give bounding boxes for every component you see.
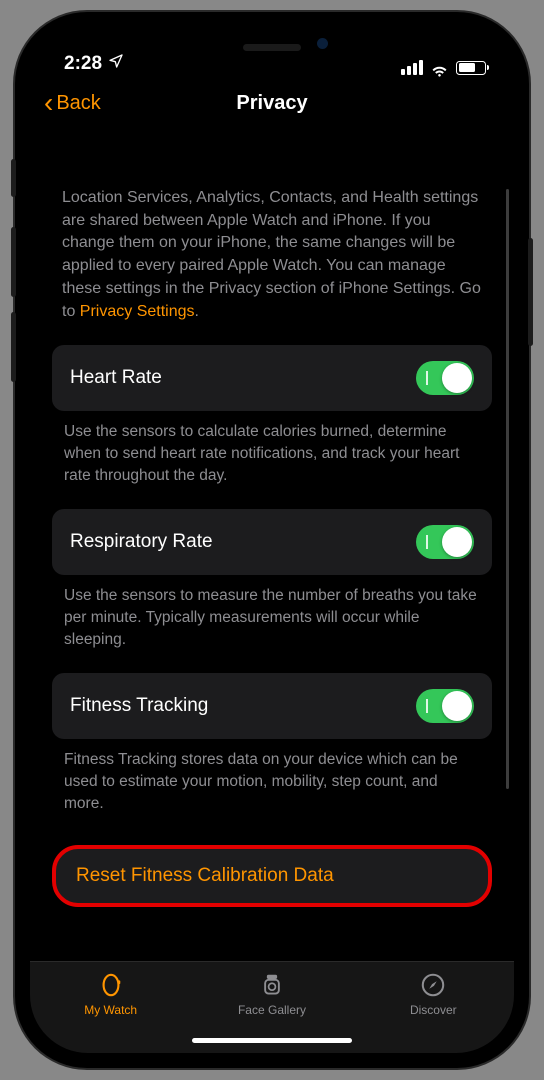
watch-icon bbox=[97, 972, 125, 998]
back-label: Back bbox=[56, 92, 100, 115]
heart-rate-label: Heart Rate bbox=[70, 367, 162, 389]
privacy-settings-link[interactable]: Privacy Settings bbox=[80, 303, 195, 320]
content-scroll[interactable]: Location Services, Analytics, Contacts, … bbox=[30, 129, 514, 961]
wifi-icon bbox=[430, 61, 449, 75]
fitness-tracking-description: Fitness Tracking stores data on your dev… bbox=[52, 739, 492, 837]
heart-rate-toggle[interactable] bbox=[416, 361, 474, 395]
respiratory-rate-toggle[interactable] bbox=[416, 525, 474, 559]
tab-my-watch-label: My Watch bbox=[84, 1003, 137, 1017]
intro-text: Location Services, Analytics, Contacts, … bbox=[52, 129, 492, 345]
front-camera bbox=[317, 38, 328, 49]
fitness-tracking-toggle[interactable] bbox=[416, 689, 474, 723]
scroll-indicator bbox=[506, 189, 509, 789]
intro-tail: . bbox=[195, 303, 199, 320]
toggle-knob bbox=[442, 691, 472, 721]
tab-discover-label: Discover bbox=[410, 1003, 457, 1017]
reset-fitness-calibration-button[interactable]: Reset Fitness Calibration Data bbox=[52, 845, 492, 907]
toggle-knob bbox=[442, 363, 472, 393]
respiratory-rate-label: Respiratory Rate bbox=[70, 531, 213, 553]
mute-switch bbox=[11, 159, 16, 197]
face-gallery-icon bbox=[258, 972, 286, 998]
power-button bbox=[528, 238, 533, 346]
home-indicator[interactable] bbox=[192, 1038, 352, 1044]
intro-body: Location Services, Analytics, Contacts, … bbox=[62, 189, 481, 320]
screen: 2:28 ‹ Back Privacy bbox=[30, 27, 514, 1053]
battery-icon bbox=[456, 61, 486, 75]
toggle-knob bbox=[442, 527, 472, 557]
chevron-left-icon: ‹ bbox=[44, 89, 53, 117]
fitness-tracking-label: Fitness Tracking bbox=[70, 695, 208, 717]
device-frame: 2:28 ‹ Back Privacy bbox=[15, 12, 529, 1068]
navigation-bar: ‹ Back Privacy bbox=[30, 77, 514, 129]
back-button[interactable]: ‹ Back bbox=[44, 89, 101, 117]
respiratory-rate-description: Use the sensors to measure the number of… bbox=[52, 575, 492, 673]
fitness-tracking-row: Fitness Tracking bbox=[52, 673, 492, 739]
volume-down-button bbox=[11, 312, 16, 382]
tab-discover[interactable]: Discover bbox=[353, 972, 514, 1053]
reset-label: Reset Fitness Calibration Data bbox=[76, 865, 334, 886]
status-time: 2:28 bbox=[64, 53, 102, 75]
location-icon bbox=[108, 53, 124, 75]
page-title: Privacy bbox=[30, 92, 514, 115]
speaker-grille bbox=[243, 44, 301, 51]
respiratory-rate-row: Respiratory Rate bbox=[52, 509, 492, 575]
heart-rate-description: Use the sensors to calculate calories bu… bbox=[52, 411, 492, 509]
heart-rate-row: Heart Rate bbox=[52, 345, 492, 411]
volume-up-button bbox=[11, 227, 16, 297]
compass-icon bbox=[419, 972, 447, 998]
notch bbox=[154, 27, 390, 61]
tab-face-gallery-label: Face Gallery bbox=[238, 1003, 306, 1017]
cellular-icon bbox=[401, 60, 423, 75]
tab-my-watch[interactable]: My Watch bbox=[30, 972, 191, 1053]
